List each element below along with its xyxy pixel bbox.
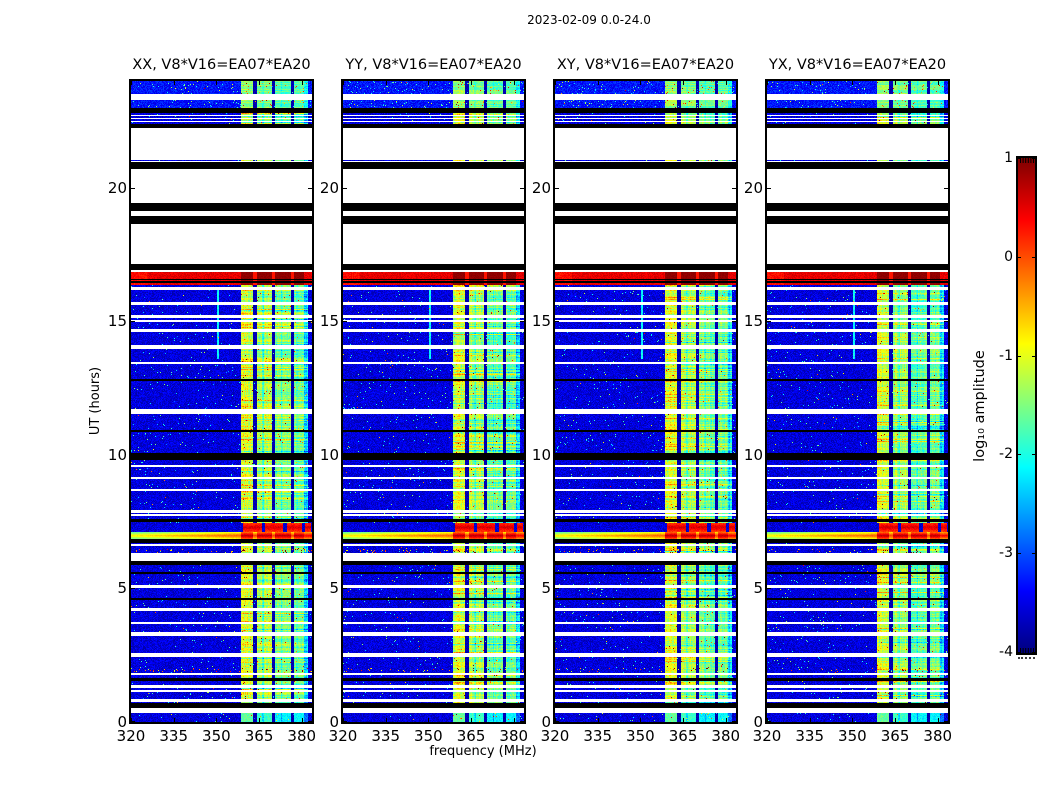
x-tick-label: 365	[668, 727, 698, 745]
y-tick-label: 5	[117, 579, 127, 598]
colorbar-minor-dots	[1018, 657, 1035, 659]
y-tick-label: 20	[743, 178, 763, 197]
y-axis-label: UT (hours)	[88, 366, 103, 436]
colorbar-tick-label: 1	[1004, 150, 1013, 166]
heatmap-canvas-xy	[555, 81, 736, 722]
y-tick-label: 15	[743, 312, 763, 331]
panel-xy-title: XY, V8*V16=EA07*EA20	[556, 57, 735, 73]
colorbar: 1 0 -1 -2 -3 -4	[999, 150, 1037, 660]
x-tick-label: 335	[371, 727, 400, 745]
colorbar-tick-label: 0	[1004, 249, 1013, 265]
x-tick-label: 335	[795, 727, 824, 745]
colorbar-tick-label: -3	[999, 545, 1013, 561]
y-tick-label: 10	[531, 445, 551, 464]
y-tick-label: 5	[329, 579, 339, 598]
y-tick-label: 20	[107, 178, 127, 197]
x-tick-label: 365	[244, 727, 274, 745]
panel-xx: XX, V8*V16=EA07*EA20 320 335 350 365 380 0 5 10…	[108, 57, 316, 745]
y-tick-label: 5	[541, 579, 551, 598]
figure-title: 2023-02-09 0.0-24.0	[527, 13, 651, 27]
x-tick-label: 335	[583, 727, 612, 745]
y-tick-label: 0	[753, 713, 763, 731]
x-tick-label: 335	[159, 727, 188, 745]
panel-yx-title: YX, V8*V16=EA07*EA20	[768, 57, 947, 73]
y-tick-label: 5	[753, 579, 763, 598]
spectrogram-figure: 2023-02-09 0.0-24.0 UT (hours) frequency…	[0, 0, 1050, 800]
x-tick-label: 350	[414, 727, 443, 745]
y-tick-label: 15	[107, 312, 127, 331]
y-tick-label: 10	[743, 445, 763, 464]
panel-yy: YY, V8*V16=EA07*EA20 320 335 350 365 380 0 5 10…	[320, 57, 528, 745]
heatmap-canvas-xx	[131, 81, 312, 722]
x-tick-label: 365	[880, 727, 910, 745]
x-axis-label: frequency (MHz)	[429, 744, 537, 759]
panel-yx: YX, V8*V16=EA07*EA20 320 335 350 365 380 0 5 10…	[744, 57, 952, 745]
y-tick-label: 0	[117, 713, 127, 731]
x-tick-label: 350	[202, 727, 231, 745]
x-tick-label: 350	[626, 727, 655, 745]
colorbar-label: log₁₀ amplitude	[972, 350, 988, 462]
y-tick-label: 20	[531, 178, 551, 197]
x-tick-label: 380	[923, 727, 953, 745]
y-tick-label: 10	[107, 445, 127, 464]
y-tick-label: 20	[319, 178, 339, 197]
x-tick-label: 350	[838, 727, 867, 745]
x-tick-label: 365	[456, 727, 486, 745]
colorbar-canvas	[1018, 158, 1035, 653]
heatmap-canvas-yx	[767, 81, 948, 722]
y-tick-label: 15	[319, 312, 339, 331]
y-tick-label: 0	[329, 713, 339, 731]
panel-yy-title: YY, V8*V16=EA07*EA20	[345, 57, 522, 73]
y-tick-label: 15	[531, 312, 551, 331]
heatmap-canvas-yy	[343, 81, 524, 722]
panel-xy: XY, V8*V16=EA07*EA20 320 335 350 365 380 0 5 10…	[532, 57, 740, 745]
y-tick-label: 0	[541, 713, 551, 731]
panel-xx-title: XX, V8*V16=EA07*EA20	[132, 57, 311, 73]
y-tick-label: 10	[319, 445, 339, 464]
colorbar-tick-label: -4	[999, 644, 1013, 660]
